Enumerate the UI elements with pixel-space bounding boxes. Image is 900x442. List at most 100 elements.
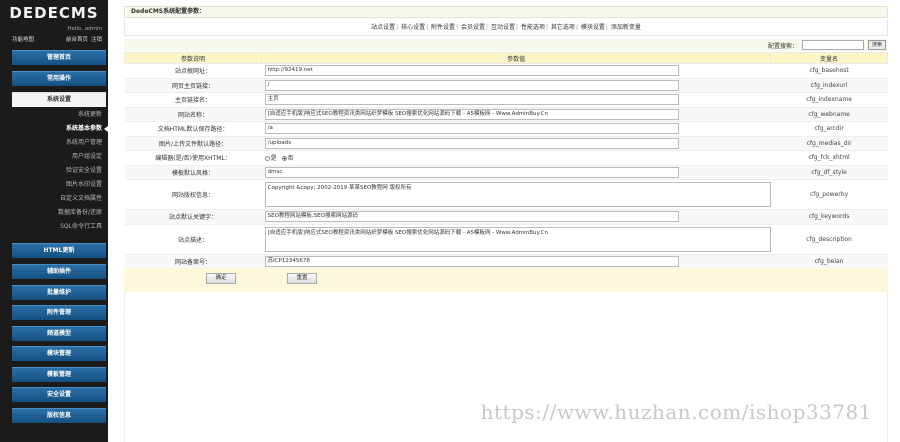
column-header: 参数值 <box>261 52 772 64</box>
sub-db-backup[interactable]: 数据库备份/还原 <box>0 207 102 219</box>
param-label: 网页主页链接： <box>124 78 262 93</box>
radio-label: 否 <box>287 155 294 163</box>
logout-link[interactable]: 注销 <box>91 37 102 43</box>
param-label: 网站版权信息： <box>124 179 262 210</box>
indexurl-input[interactable]: / <box>264 79 679 91</box>
main-panel: DedeCMS系统配置参数： 站点设置| 核心设置| 附件设置| 会员设置| 互… <box>120 0 892 442</box>
nav-admin-home[interactable]: 管理首页 <box>12 50 106 65</box>
config-table: 参数说明 参数值 变量名 站点根网址： http://92419.net cfg… <box>123 52 888 269</box>
param-label: 文档HTML默认保存路径： <box>124 121 262 137</box>
table-row: 模板默认风格： dmsc cfg_df_style <box>124 165 888 180</box>
search-bar: 配置搜索： 搜索 <box>124 39 888 51</box>
reset-button[interactable]: 重置 <box>287 273 317 284</box>
indexname-input[interactable]: 主页 <box>264 94 679 106</box>
tab-module[interactable]: 模块设置 <box>581 24 605 31</box>
keywords-input[interactable]: SEO教程网站模板,SEO搜索网站源码 <box>264 211 679 223</box>
tab-core[interactable]: 核心设置 <box>401 24 425 31</box>
var-name: cfg_indexname <box>770 92 888 108</box>
arcdir-input[interactable]: /a <box>264 123 679 135</box>
search-button[interactable]: 搜索 <box>868 40 886 50</box>
table-row: 编辑器(是/否)使用XHTML： 是 否 cfg_fck_xhtml <box>124 150 888 166</box>
param-label: 编辑器(是/否)使用XHTML： <box>124 150 262 166</box>
tab-member[interactable]: 会员设置 <box>461 24 485 31</box>
param-label: 模板默认风格： <box>124 165 262 180</box>
table-row: 站点描述： [自适应手机版]响应式SEO教程资讯类网站织梦模板 SEO搜索优化网… <box>124 224 888 255</box>
table-row: 站点根网址： http://92419.net cfg_basehost <box>124 63 888 79</box>
nav-security[interactable]: 安全设置 <box>12 387 106 402</box>
user-links: 功能地图 前台首页 注销 <box>0 35 108 45</box>
basehost-input[interactable]: http://92419.net <box>264 65 679 77</box>
param-label: 网站名称： <box>124 107 262 122</box>
nav-batch[interactable]: 批量维护 <box>12 285 106 300</box>
description-textarea[interactable]: [自适应手机版]响应式SEO教程资讯类网站织梦模板 SEO搜索优化网站源码下载 … <box>264 226 771 252</box>
var-name: cfg_indexurl <box>770 78 888 93</box>
table-row: 站点默认关键字： SEO教程网站模板,SEO搜索网站源码 cfg_keyword… <box>124 209 888 225</box>
tab-attachment[interactable]: 附件设置 <box>431 24 455 31</box>
sub-sql-tool[interactable]: SQL命令行工具 <box>0 221 102 233</box>
nav-copyright[interactable]: 版权信息 <box>12 408 106 423</box>
sub-user-groups[interactable]: 用户组设定 <box>0 151 102 163</box>
beian-input[interactable]: 苏ICP12345678 <box>264 255 679 267</box>
radio-label: 是 <box>270 155 277 163</box>
var-name: cfg_arcdir <box>770 121 888 137</box>
config-tabs: 站点设置| 核心设置| 附件设置| 会员设置| 互动设置| 性能选项| 其它选项… <box>124 20 888 36</box>
nav-attachments[interactable]: 附件管理 <box>12 305 106 320</box>
tab-performance[interactable]: 性能选项 <box>521 24 545 31</box>
sub-user-manage[interactable]: 系统用户管理 <box>0 137 102 149</box>
nav-html-update[interactable]: HTML更新 <box>12 243 106 258</box>
form-actions: 确定 重置 <box>124 268 888 292</box>
table-row: 主页链接名： 主页 cfg_indexname <box>124 92 888 108</box>
var-name: cfg_description <box>770 224 888 255</box>
param-label: 主页链接名： <box>124 92 262 108</box>
nav-system-settings[interactable]: 系统设置 <box>12 92 106 107</box>
sub-system-update[interactable]: 系统更新 <box>0 109 102 121</box>
webname-input[interactable]: [自适应手机版]响应式SEO教程资讯类网站织梦模板 SEO搜索优化网站源码下载 … <box>264 108 679 120</box>
xhtml-no-radio[interactable] <box>281 156 287 162</box>
sub-custom-attrs[interactable]: 自定义文档属性 <box>0 193 102 205</box>
nav-modules[interactable]: 模块管理 <box>12 346 106 361</box>
param-label: 网站备案号： <box>124 254 262 269</box>
logo: DEDECMS <box>9 4 99 22</box>
greeting: Hello, admin <box>67 26 102 32</box>
table-row: 网页主页链接： / cfg_indexurl <box>124 78 888 93</box>
xhtml-yes-radio[interactable] <box>264 156 270 162</box>
tab-interaction[interactable]: 互动设置 <box>491 24 515 31</box>
table-row: 网站版权信息： Copyright &copy; 2002-2019 某某SEO… <box>124 179 888 210</box>
search-label: 配置搜索： <box>767 43 798 50</box>
var-name: cfg_fck_xhtml <box>770 150 888 166</box>
tab-add-variable[interactable]: 添加新变量 <box>611 24 641 31</box>
df-style-input[interactable]: dmsc <box>264 166 679 178</box>
var-name: cfg_basehost <box>770 63 888 79</box>
var-name: cfg_df_style <box>770 165 888 180</box>
function-map-link[interactable]: 功能地图 <box>12 35 34 45</box>
watermark: https://www.huzhan.com/ishop33781 <box>480 400 872 424</box>
table-row: 图片/上传文件默认路径： /uploads cfg_medias_dir <box>124 136 888 151</box>
table-row: 文档HTML默认保存路径： /a cfg_arcdir <box>124 121 888 137</box>
nav-plugins[interactable]: 辅助插件 <box>12 264 106 279</box>
nav-templates[interactable]: 模板管理 <box>12 367 106 382</box>
var-name: cfg_webname <box>770 107 888 122</box>
tab-other[interactable]: 其它选项 <box>551 24 575 31</box>
powerby-textarea[interactable]: Copyright &copy; 2002-2019 某某SEO教程网 版权所有 <box>264 182 771 207</box>
confirm-button[interactable]: 确定 <box>206 273 236 284</box>
sub-security[interactable]: 验证安全设置 <box>0 165 102 177</box>
column-header: 变量名 <box>770 52 888 64</box>
param-label: 站点默认关键字： <box>124 209 262 225</box>
var-name: cfg_powerby <box>770 179 888 210</box>
search-input[interactable] <box>802 40 864 50</box>
tab-site[interactable]: 站点设置 <box>371 24 395 31</box>
nav-common-ops[interactable]: 常用操作 <box>12 71 106 86</box>
medias-dir-input[interactable]: /uploads <box>264 137 679 149</box>
page-title: DedeCMS系统配置参数： <box>124 6 888 18</box>
param-label: 图片/上传文件默认路径： <box>124 136 262 151</box>
sub-basic-params[interactable]: 系统基本参数 <box>0 123 108 135</box>
param-label: 站点描述： <box>124 224 262 255</box>
column-header: 参数说明 <box>123 52 263 64</box>
sidebar: DEDECMS Hello, admin 功能地图 前台首页 注销 管理首页 常用… <box>0 0 108 442</box>
table-row: 网站备案号： 苏ICP12345678 cfg_beian <box>124 254 888 269</box>
table-row: 网站名称： [自适应手机版]响应式SEO教程资讯类网站织梦模板 SEO搜索优化网… <box>124 107 888 122</box>
sub-watermark[interactable]: 图片水印设置 <box>0 179 102 191</box>
var-name: cfg_medias_dir <box>770 136 888 151</box>
nav-channel-model[interactable]: 频道模型 <box>12 326 106 341</box>
frontpage-link[interactable]: 前台首页 <box>66 37 88 43</box>
